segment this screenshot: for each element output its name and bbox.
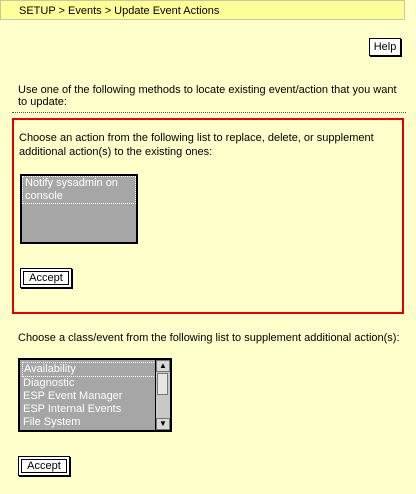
- action-listbox[interactable]: Notify sysadmin on console: [20, 174, 138, 244]
- scroll-up-arrow-icon[interactable]: ▲: [156, 360, 170, 372]
- instruction-text: Use one of the following methods to loca…: [18, 84, 397, 108]
- help-button[interactable]: Help: [369, 38, 401, 56]
- scroll-thumb[interactable]: [157, 373, 168, 395]
- divider: [12, 112, 406, 113]
- class-list-item[interactable]: ESP Internal Events: [22, 403, 156, 416]
- class-list-item[interactable]: Availability: [22, 362, 156, 377]
- action-selection-panel: Choose an action from the following list…: [12, 118, 404, 314]
- accept-class-button[interactable]: Accept: [18, 456, 70, 476]
- class-list-item[interactable]: Diagnostic: [22, 377, 156, 390]
- class-panel-text: Choose a class/event from the following …: [18, 332, 400, 344]
- breadcrumb: SETUP > Events > Update Event Actions: [0, 0, 405, 20]
- class-list-scrollbar[interactable]: ▲ ▼: [155, 360, 170, 430]
- class-event-listbox[interactable]: Availability Diagnostic ESP Event Manage…: [18, 358, 172, 432]
- action-panel-text: Choose an action from the following list…: [19, 132, 374, 158]
- class-list-item[interactable]: ESP Event Manager: [22, 390, 156, 403]
- scroll-down-arrow-icon[interactable]: ▼: [156, 418, 170, 430]
- action-list-item[interactable]: Notify sysadmin on console: [22, 176, 136, 204]
- class-list-item[interactable]: File System: [22, 416, 156, 429]
- accept-action-button[interactable]: Accept: [20, 268, 72, 288]
